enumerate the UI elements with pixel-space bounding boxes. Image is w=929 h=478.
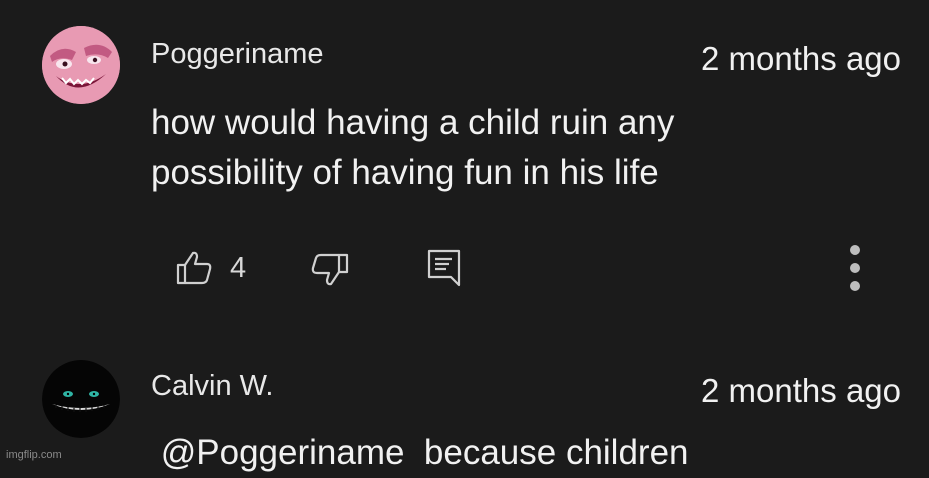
comment-username[interactable]: Calvin W. bbox=[151, 370, 273, 403]
comment-timestamp[interactable]: 2 months ago bbox=[701, 372, 901, 410]
comment-timestamp[interactable]: 2 months ago bbox=[701, 40, 901, 78]
comment-1: Poggeriname 2 months ago how would havin… bbox=[0, 0, 929, 340]
more-vertical-icon[interactable] bbox=[844, 242, 866, 294]
reply-comment-icon[interactable] bbox=[426, 248, 462, 288]
like-count: 4 bbox=[230, 252, 247, 284]
commenter-avatar[interactable] bbox=[42, 26, 120, 104]
comment-2: Calvin W. 2 months ago @Poggeriname beca… bbox=[0, 340, 929, 472]
comment-text: how would having a child ruin any possib… bbox=[151, 103, 675, 192]
comment-text: @Poggeriname because children bbox=[151, 433, 689, 472]
imgflip-watermark: imgflip.com bbox=[6, 449, 62, 461]
thumbs-down-icon[interactable] bbox=[308, 252, 350, 288]
commenter-avatar[interactable] bbox=[42, 360, 120, 438]
thumbs-up-icon[interactable] bbox=[174, 248, 214, 288]
pink-cartoon-face-avatar-icon bbox=[42, 26, 120, 104]
dark-grin-eyes-avatar-icon bbox=[42, 360, 120, 438]
comment-username[interactable]: Poggeriname bbox=[151, 38, 324, 71]
